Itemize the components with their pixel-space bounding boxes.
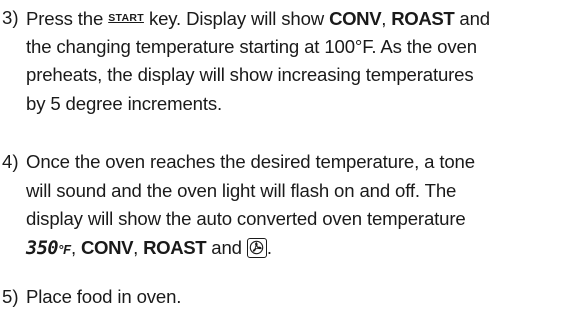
step-text: .	[266, 236, 272, 258]
step-number: 4)	[2, 151, 19, 172]
step-4: 4) Once the oven reaches the desired tem…	[0, 148, 563, 262]
step-line: Place food in oven.	[26, 286, 182, 307]
step-line: preheats, the display will show increasi…	[26, 64, 474, 85]
step-line: by 5 degree increments.	[26, 92, 223, 114]
step-number: 5)	[2, 286, 19, 307]
display-roast-label: ROAST	[143, 236, 207, 258]
step-text: key. Display will show	[143, 8, 330, 29]
display-temperature-unit: °F	[58, 241, 71, 257]
step-text: and	[454, 8, 490, 29]
separator: ,	[70, 236, 81, 258]
display-roast-label: ROAST	[391, 8, 455, 29]
step-line: Press the START key. Display will show C…	[26, 4, 563, 33]
step-line: 350°F, CONV, ROAST and .	[26, 234, 563, 263]
convection-fan-icon	[246, 237, 267, 258]
display-conv-label: CONV	[329, 8, 382, 29]
step-line: display will show the auto converted ove…	[26, 208, 466, 229]
step-line: Once the oven reaches the desired temper…	[26, 151, 475, 172]
fan-glyph	[249, 240, 264, 254]
step-line: will sound and the oven light will flash…	[26, 179, 457, 201]
step-text: and	[206, 236, 247, 258]
separator: ,	[381, 8, 392, 29]
step-5: 5) Place food in oven.	[0, 283, 563, 312]
instructions-page: 3) Press the START key. Display will sho…	[0, 0, 563, 310]
separator: ,	[133, 236, 144, 258]
step-number: 3)	[2, 7, 19, 28]
step-text: Press the	[26, 8, 109, 29]
step-line: the changing temperature starting at 100…	[26, 35, 477, 57]
display-temperature: 350	[26, 237, 59, 259]
display-conv-label: CONV	[80, 236, 134, 258]
step-3: 3) Press the START key. Display will sho…	[0, 4, 563, 118]
start-key-label: START	[108, 12, 144, 24]
